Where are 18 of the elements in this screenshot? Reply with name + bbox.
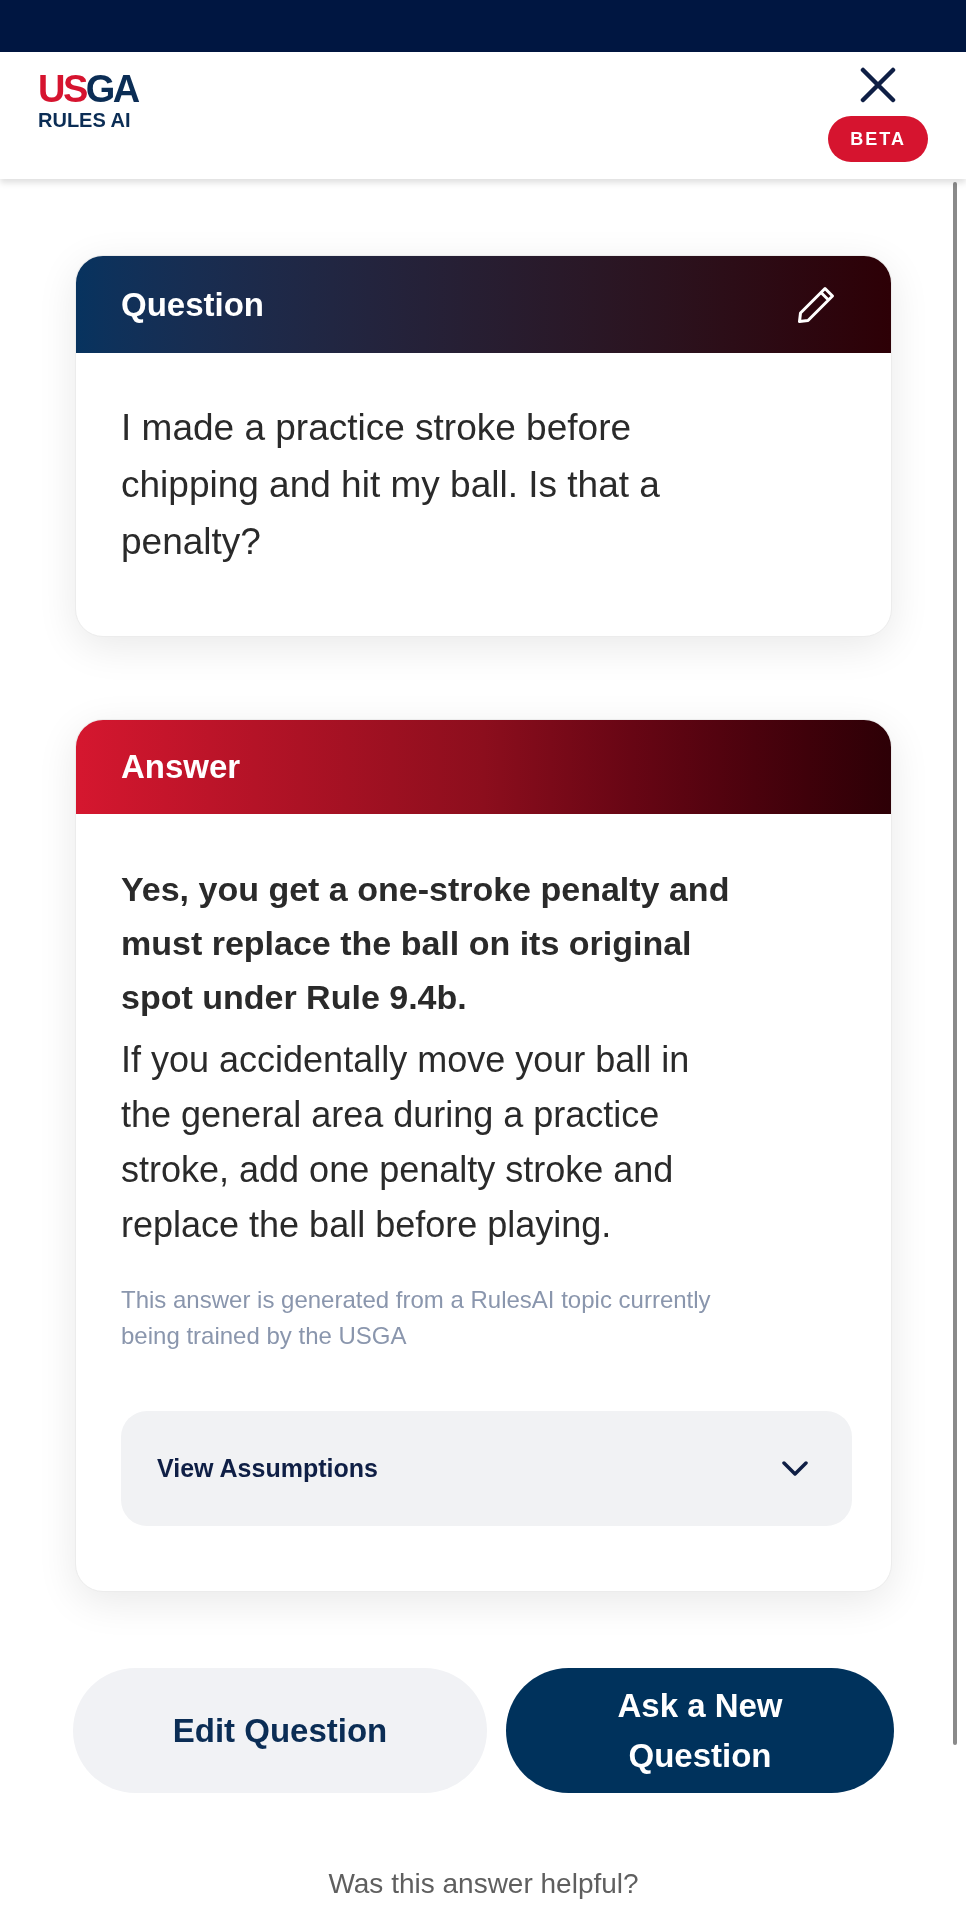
logo-subtitle: RULES AI xyxy=(38,109,132,131)
feedback-prompt: Was this answer helpful? xyxy=(328,1868,639,1899)
answer-summary: Yes, you get a one-stroke penalty and must replace the ball on its original spot under Rule 9.4b. xyxy=(121,869,731,1018)
disclaimer-text: This answer is generated from a RulesAI topic currently being trained by the USGA xyxy=(121,1285,712,1351)
logo-wordmark: USGA xyxy=(38,70,138,108)
edit-question-button[interactable]: Edit Question xyxy=(73,1668,487,1793)
ask-new-question-button[interactable]: Ask a New Question xyxy=(506,1668,894,1793)
close-button[interactable] xyxy=(859,66,898,104)
chevron-icon xyxy=(782,1460,808,1477)
beta-badge: BETA xyxy=(828,116,928,162)
question-text: I made a practice stroke before chipping and hit my ball. Is that a penalty? xyxy=(121,406,661,564)
card-title: Question xyxy=(121,284,264,325)
answer-explanation: If you accidentally move your ball in the general area during a practice stroke, add one penalty stroke and replace the ball before playing. xyxy=(121,1038,691,1247)
close-icon xyxy=(860,67,897,103)
pencil-icon xyxy=(796,284,836,325)
card-title: Answer xyxy=(121,747,241,788)
edit-button[interactable] xyxy=(796,284,836,325)
assumptions-toggle[interactable]: View Assumptions xyxy=(121,1411,852,1526)
